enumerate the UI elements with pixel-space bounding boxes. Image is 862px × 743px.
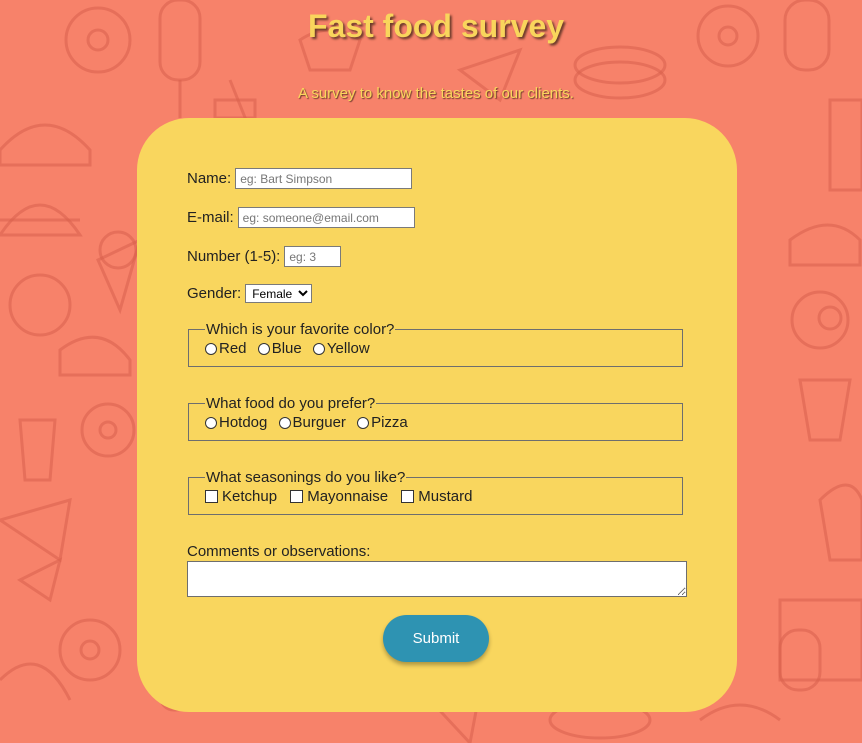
page-title: Fast food survey bbox=[307, 8, 565, 44]
seasoning-option-ketchup[interactable]: Ketchup bbox=[205, 488, 277, 505]
number-label: Number (1-5): bbox=[187, 248, 281, 265]
radio-icon[interactable] bbox=[357, 416, 370, 429]
food-legend: What food do you prefer? bbox=[206, 395, 376, 412]
gender-row: Gender: Female bbox=[187, 284, 313, 303]
seasonings-fieldset: What seasonings do you like? Ketchup May… bbox=[188, 469, 683, 515]
color-legend: Which is your favorite color? bbox=[206, 321, 395, 338]
page-subtitle: A survey to know the tastes of our clien… bbox=[298, 85, 574, 102]
number-input[interactable] bbox=[284, 246, 342, 267]
email-input[interactable] bbox=[237, 207, 415, 228]
food-fieldset: What food do you prefer? Hotdog Burguer … bbox=[188, 395, 683, 441]
comments-textarea[interactable] bbox=[187, 561, 687, 597]
seasoning-option-mayonnaise[interactable]: Mayonnaise bbox=[290, 488, 388, 505]
radio-icon[interactable] bbox=[312, 342, 325, 355]
checkbox-icon[interactable] bbox=[290, 490, 304, 503]
email-label: E-mail: bbox=[187, 209, 234, 226]
food-option-hotdog[interactable]: Hotdog bbox=[205, 414, 267, 431]
email-row: E-mail: bbox=[187, 207, 415, 228]
seasonings-legend: What seasonings do you like? bbox=[206, 469, 406, 486]
survey-form: Name: E-mail: Number (1-5): Gender: Fema… bbox=[137, 118, 737, 712]
color-fieldset: Which is your favorite color? Red Blue Y… bbox=[188, 321, 683, 367]
checkbox-icon[interactable] bbox=[205, 490, 218, 503]
radio-icon[interactable] bbox=[205, 342, 217, 355]
radio-icon[interactable] bbox=[205, 416, 217, 429]
radio-icon[interactable] bbox=[278, 416, 291, 429]
seasoning-option-mustard[interactable]: Mustard bbox=[401, 488, 472, 505]
checkbox-icon[interactable] bbox=[401, 490, 415, 503]
comments-label: Comments or observations: bbox=[187, 543, 371, 560]
submit-button[interactable]: Submit bbox=[383, 615, 489, 662]
name-label: Name: bbox=[187, 170, 232, 187]
color-option-blue[interactable]: Blue bbox=[257, 340, 302, 357]
gender-label: Gender: bbox=[187, 285, 242, 302]
name-input[interactable] bbox=[235, 168, 413, 189]
number-row: Number (1-5): bbox=[187, 246, 342, 267]
food-option-pizza[interactable]: Pizza bbox=[357, 414, 408, 431]
radio-icon[interactable] bbox=[257, 342, 270, 355]
color-option-red[interactable]: Red bbox=[205, 340, 247, 357]
food-option-burguer[interactable]: Burguer bbox=[278, 414, 346, 431]
name-row: Name: bbox=[187, 168, 413, 189]
color-option-yellow[interactable]: Yellow bbox=[312, 340, 370, 357]
gender-select[interactable]: Female bbox=[245, 284, 313, 303]
